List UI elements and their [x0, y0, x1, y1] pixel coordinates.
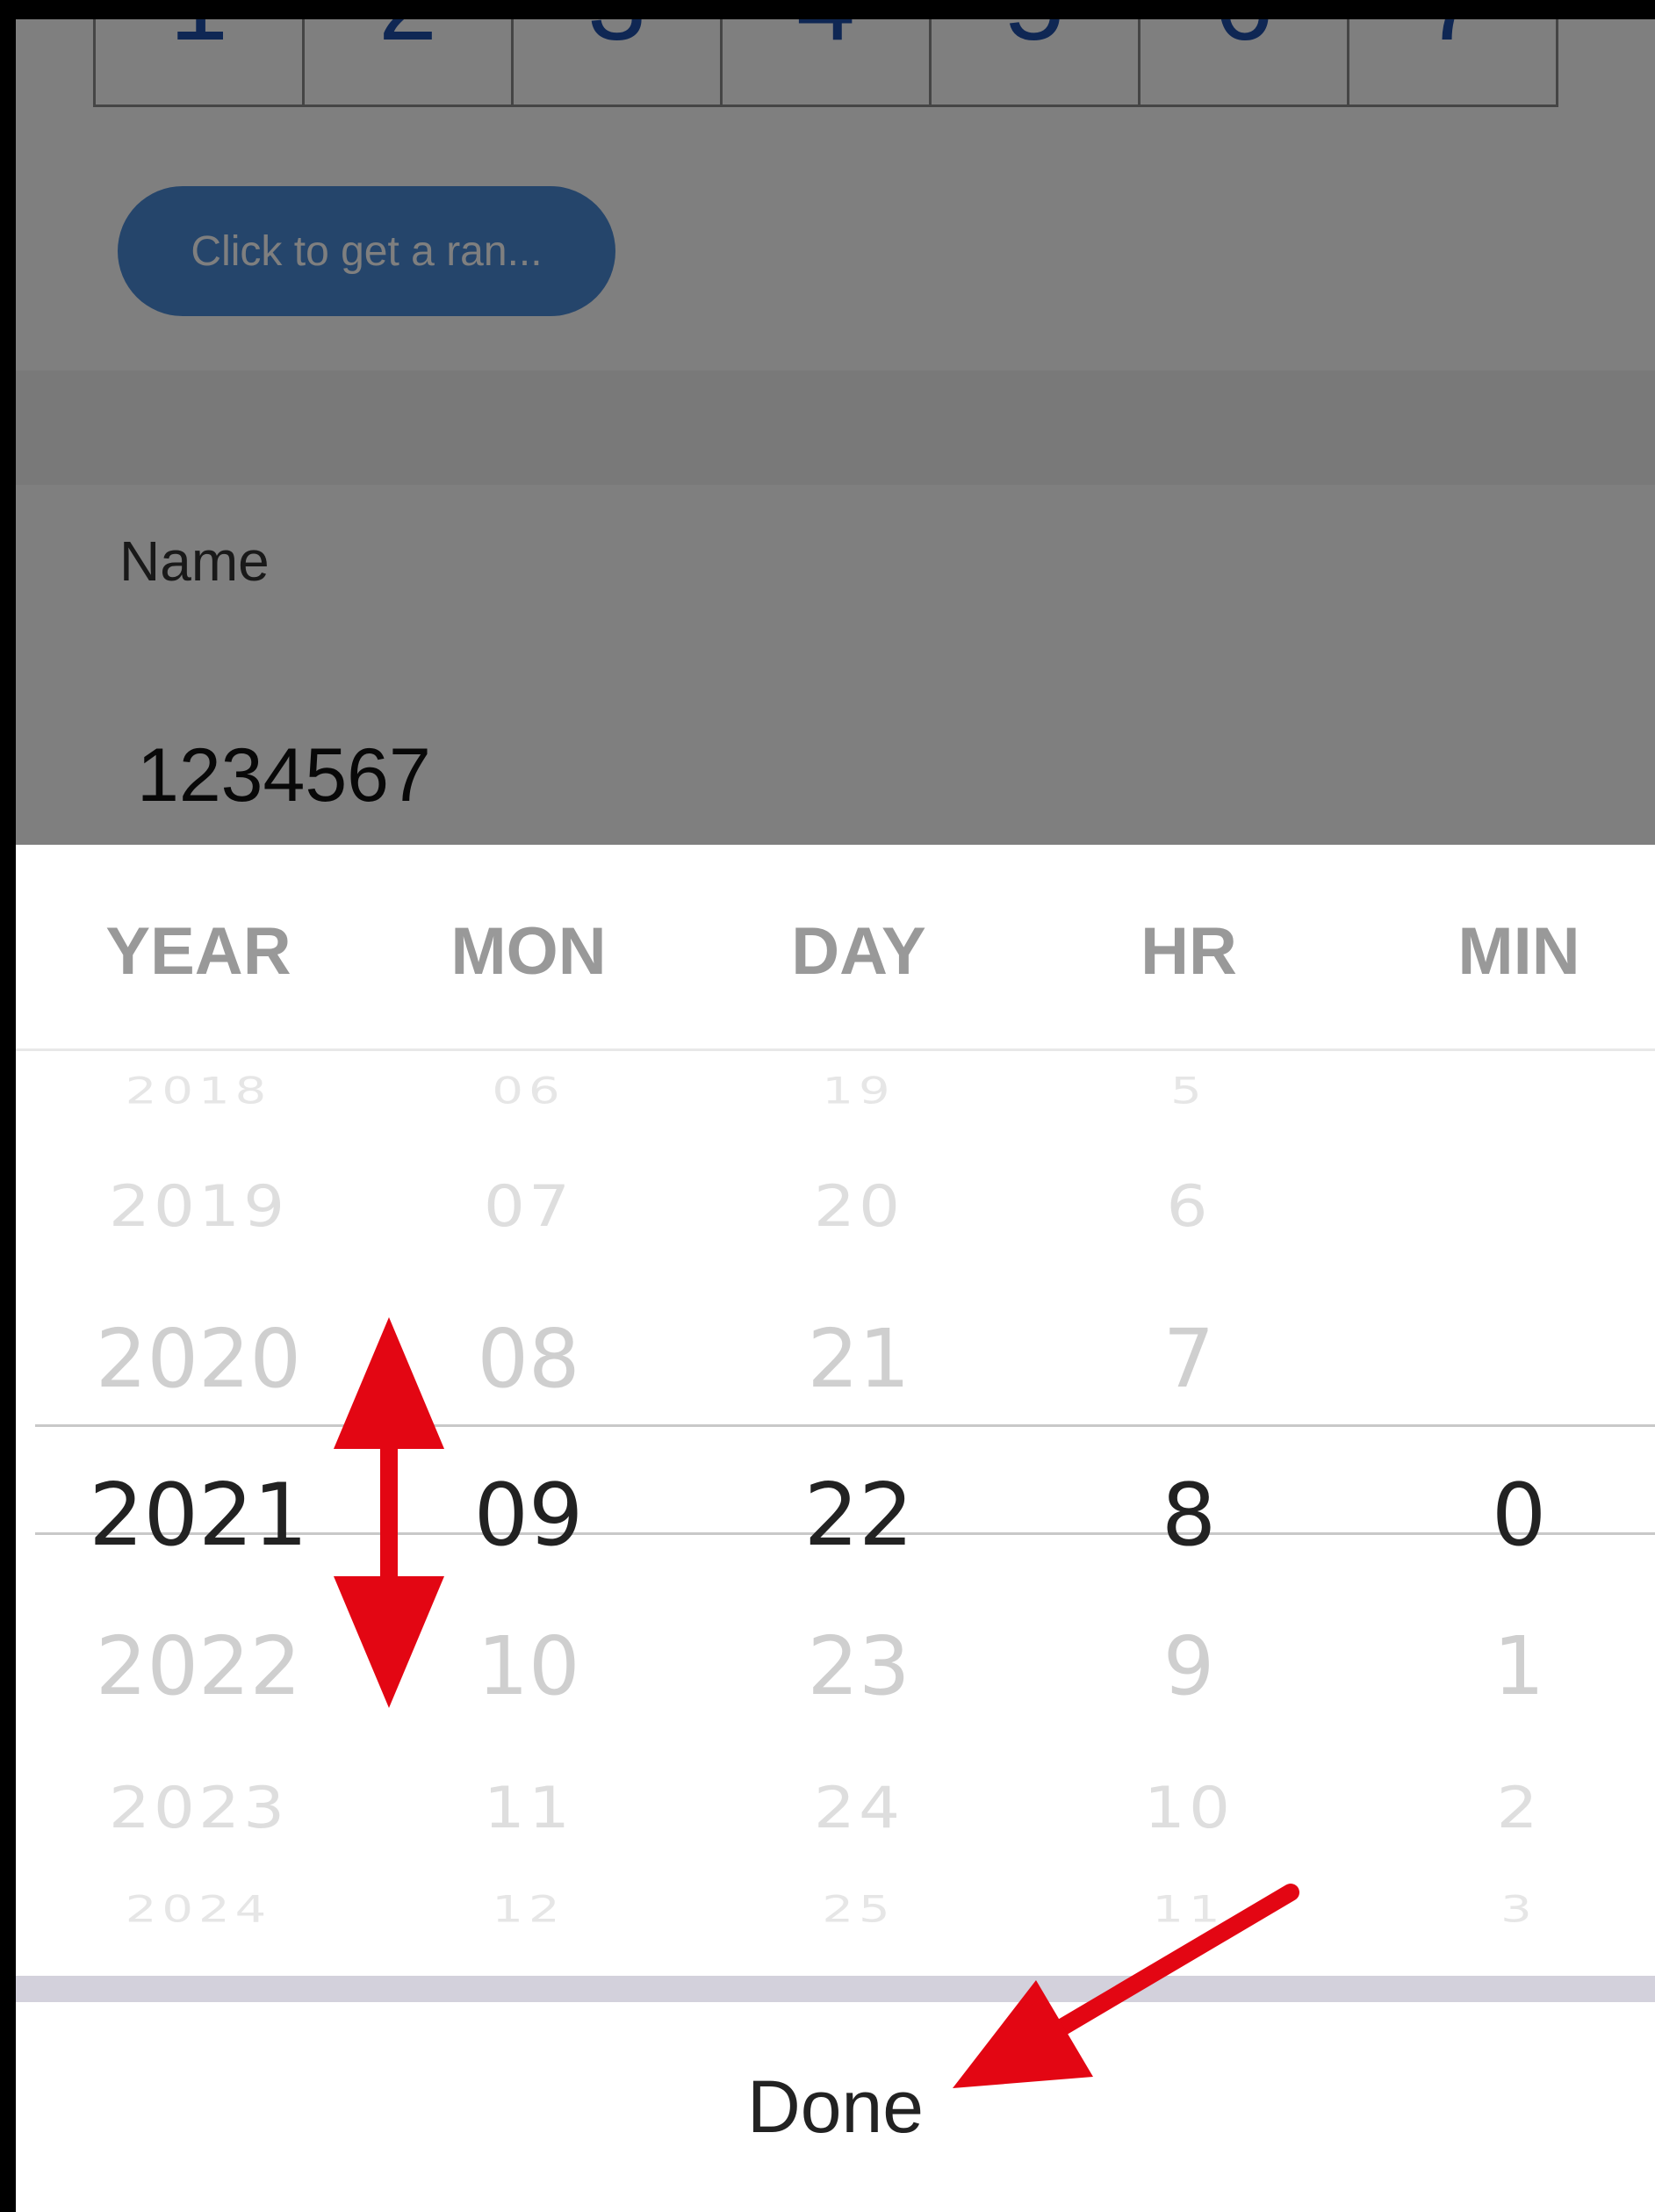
day-wheel[interactable]: 19 20 21 22 23 24 25 — [694, 1051, 1024, 1942]
done-button[interactable]: Done — [16, 2002, 1655, 2212]
wheel-item[interactable]: 2024 — [33, 1891, 363, 1928]
wheel-item[interactable]: 2022 — [33, 1626, 363, 1707]
wheel-item[interactable]: 20 — [694, 1178, 1024, 1235]
wheel-item[interactable]: 21 — [694, 1319, 1024, 1400]
picker-wheels: 2018 2019 2020 2021 2022 2023 2024 06 07… — [16, 1051, 1655, 1942]
column-header-hour: HR — [1141, 914, 1237, 989]
frame-border-top — [0, 0, 1655, 19]
modal-dim-overlay[interactable] — [16, 19, 1655, 845]
wheel-item[interactable]: 2020 — [33, 1319, 363, 1400]
wheel-item[interactable]: 6 — [1024, 1178, 1354, 1235]
wheel-item[interactable]: 2018 — [33, 1073, 363, 1110]
wheel-item[interactable]: 7 — [1024, 1319, 1354, 1400]
app-screen: 1 2 3 4 5 6 7 Click to get a ran... Name… — [0, 0, 1655, 2212]
wheel-item[interactable]: 08 — [363, 1319, 694, 1400]
frame-border-left — [0, 0, 16, 2212]
wheel-item[interactable]: 07 — [363, 1178, 694, 1235]
footer-separator — [16, 1976, 1655, 2002]
column-header-year: YEAR — [105, 914, 291, 989]
wheel-item[interactable]: 11 — [1024, 1891, 1354, 1928]
picker-column-headers: YEAR MON DAY HR MIN — [16, 845, 1655, 1048]
wheel-item-selected[interactable]: 22 — [694, 1473, 1024, 1559]
wheel-item-selected[interactable]: 09 — [363, 1473, 694, 1559]
wheel-item[interactable]: 3 — [1354, 1891, 1655, 1928]
column-header-day: DAY — [791, 914, 926, 989]
wheel-item[interactable]: 11 — [363, 1779, 694, 1836]
wheel-item[interactable]: 5 — [1024, 1073, 1354, 1110]
minute-wheel[interactable]: 0 1 2 3 — [1354, 1051, 1655, 1942]
wheel-item-selected[interactable]: 0 — [1354, 1473, 1655, 1559]
wheel-item[interactable]: 10 — [363, 1626, 694, 1707]
wheel-item[interactable]: 24 — [694, 1779, 1024, 1836]
wheel-item[interactable]: 2023 — [33, 1779, 363, 1836]
wheel-item[interactable]: 06 — [363, 1073, 694, 1110]
wheel-item[interactable]: 12 — [363, 1891, 694, 1928]
date-time-picker-sheet: YEAR MON DAY HR MIN 2018 2019 2020 2021 … — [16, 845, 1655, 2212]
column-header-month: MON — [450, 914, 607, 989]
wheel-item[interactable]: 1 — [1354, 1626, 1655, 1707]
wheel-item[interactable]: 2019 — [33, 1178, 363, 1235]
background-form: 1 2 3 4 5 6 7 Click to get a ran... Name… — [16, 19, 1655, 845]
wheel-item-selected[interactable]: 2021 — [33, 1473, 363, 1559]
wheel-item[interactable]: 23 — [694, 1626, 1024, 1707]
year-wheel[interactable]: 2018 2019 2020 2021 2022 2023 2024 — [33, 1051, 363, 1942]
wheel-item[interactable]: 10 — [1024, 1779, 1354, 1836]
hour-wheel[interactable]: 5 6 7 8 9 10 11 — [1024, 1051, 1354, 1942]
wheel-item-selected[interactable]: 8 — [1024, 1473, 1354, 1559]
wheel-item[interactable]: 2 — [1354, 1779, 1655, 1836]
month-wheel[interactable]: 06 07 08 09 10 11 12 — [363, 1051, 694, 1942]
wheel-item[interactable]: 9 — [1024, 1626, 1354, 1707]
wheel-item[interactable]: 25 — [694, 1891, 1024, 1928]
column-header-minute: MIN — [1457, 914, 1580, 989]
wheel-item[interactable]: 19 — [694, 1073, 1024, 1110]
